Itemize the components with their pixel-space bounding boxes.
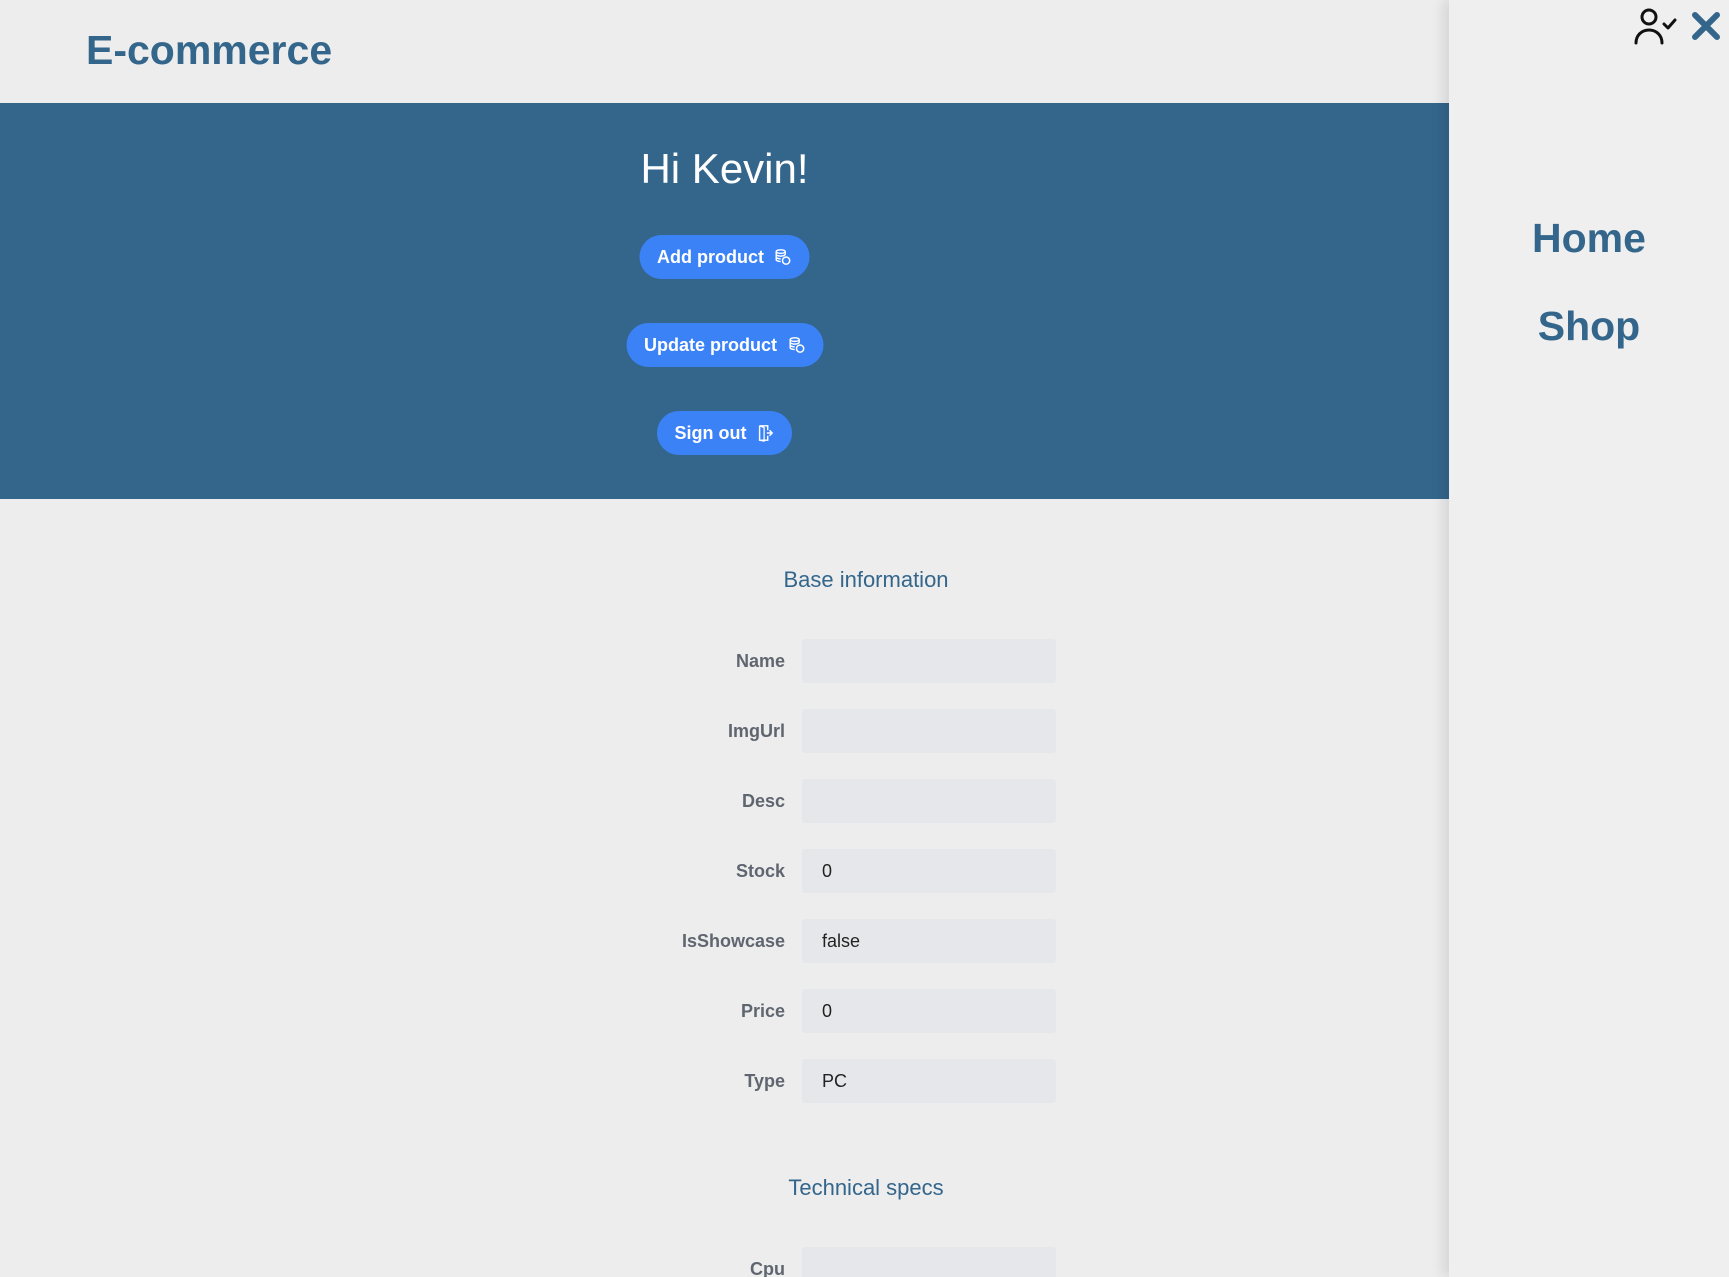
desc-input[interactable] (802, 779, 1056, 823)
add-product-button[interactable]: Add product (639, 235, 810, 279)
nav-home-link[interactable]: Home (1449, 214, 1729, 262)
close-icon[interactable] (1690, 10, 1722, 42)
form-row-imgurl: ImgUrl (0, 709, 1449, 753)
update-product-button[interactable]: Update product (626, 323, 823, 367)
isshowcase-label: IsShowcase (681, 931, 785, 951)
add-product-label: Add product (657, 246, 764, 267)
isshowcase-input[interactable] (802, 919, 1056, 963)
form-row-stock: Stock (0, 849, 1449, 893)
imgurl-input[interactable] (802, 709, 1056, 753)
form-row-cpu: Cpu (0, 1247, 1449, 1277)
form-row-isshowcase: IsShowcase (0, 919, 1449, 963)
form-row-price: Price (0, 989, 1449, 1033)
coins-icon (788, 337, 804, 353)
sign-out-button[interactable]: Sign out (656, 411, 793, 455)
stock-label: Stock (735, 861, 785, 881)
form-row-name: Name (0, 639, 1449, 683)
update-product-label: Update product (644, 334, 777, 355)
imgurl-label: ImgUrl (727, 721, 785, 741)
greeting-heading: Hi Kevin! (640, 145, 809, 192)
nav-shop-link[interactable]: Shop (1449, 302, 1729, 350)
cpu-label: Cpu (750, 1259, 785, 1277)
user-check-icon[interactable] (1633, 6, 1677, 46)
name-input[interactable] (802, 639, 1056, 683)
cpu-input[interactable] (802, 1247, 1056, 1277)
price-input[interactable] (802, 989, 1056, 1033)
product-form: Base information Name ImgUrl Desc Stock … (0, 499, 1449, 1277)
brand-logo-text[interactable]: E-commerce (86, 28, 332, 72)
form-row-desc: Desc (0, 779, 1449, 823)
door-exit-icon (759, 425, 774, 442)
page: E-commerce Hi Kevin! Add product Update … (0, 0, 1729, 1277)
coins-icon (775, 249, 791, 265)
desc-label: Desc (741, 791, 785, 811)
type-label: Type (744, 1071, 785, 1091)
stock-input[interactable] (802, 849, 1056, 893)
welcome-banner: Hi Kevin! Add product Update product Sig… (0, 103, 1449, 499)
side-drawer: Home Shop (1449, 0, 1729, 1277)
type-input[interactable] (802, 1059, 1056, 1103)
top-header: E-commerce (0, 0, 1449, 103)
form-row-type: Type (0, 1059, 1449, 1103)
name-label: Name (735, 651, 785, 671)
price-label: Price (740, 1001, 785, 1021)
sign-out-label: Sign out (674, 422, 747, 443)
